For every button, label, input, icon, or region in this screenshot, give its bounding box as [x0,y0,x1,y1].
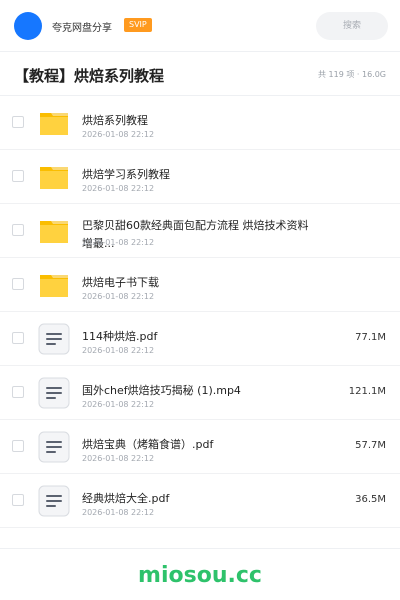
document-icon [38,323,70,355]
folder-icon [38,215,70,247]
file-name: 烘焙系列教程 [82,114,148,127]
top-bar: 夸克网盘分享 SVIP 搜索 [0,0,400,52]
file-list: 烘焙系列教程 2026-01-08 22:12 烘焙学习系列教程 2026-01-08… [0,96,400,528]
document-icon [38,377,70,409]
folder-header: 【教程】烘焙系列教程 共 119 项 · 16.0G [0,52,400,96]
file-name: 烘焙学习系列教程 [82,168,170,181]
row-checkbox[interactable] [12,224,24,236]
file-date: 2026-01-08 22:12 [82,238,155,247]
row-checkbox[interactable] [12,116,24,128]
folder-icon [38,269,70,301]
svip-badge: SVIP [124,18,152,32]
folder-icon [38,161,70,193]
search-input[interactable]: 搜索 [316,12,388,40]
row-checkbox[interactable] [12,278,24,290]
site-watermark: miosou.cc [138,563,262,588]
file-size: 77.1M [355,332,386,343]
file-size: 36.5M [355,494,386,505]
list-item[interactable]: 烘焙学习系列教程 2026-01-08 22:12 [0,150,400,204]
file-name: 烘焙宝典（烤箱食谱）.pdf [82,438,214,451]
folder-icon [38,107,70,139]
row-checkbox[interactable] [12,440,24,452]
list-item[interactable]: 烘焙系列教程 2026-01-08 22:12 [0,96,400,150]
avatar[interactable] [14,12,42,40]
row-checkbox[interactable] [12,170,24,182]
file-date: 2026-01-08 22:12 [82,400,155,409]
file-date: 2026-01-08 22:12 [82,130,155,139]
app-name: 夸克网盘分享 [52,23,112,34]
row-checkbox[interactable] [12,386,24,398]
list-item[interactable]: 烘焙电子书下载 2026-01-08 22:12 [0,258,400,312]
list-item[interactable]: 经典烘焙大全.pdf 2026-01-08 22:12 36.5M [0,474,400,528]
file-name: 114种烘焙.pdf [82,330,158,343]
document-icon [38,485,70,517]
footer: miosou.cc [0,548,400,600]
file-name: 巴黎贝甜60款经典面包配方流程 烘焙技术资料 增最... [82,219,309,250]
page-title: 【教程】烘焙系列教程 [14,67,165,85]
file-date: 2026-01-08 22:12 [82,292,155,301]
list-item[interactable]: 烘焙宝典（烤箱食谱）.pdf 2026-01-08 22:12 57.7M [0,420,400,474]
file-date: 2026-01-08 22:12 [82,184,155,193]
list-item[interactable]: 巴黎贝甜60款经典面包配方流程 烘焙技术资料 增最... 2026-01-08 2… [0,204,400,258]
file-date: 2026-01-08 22:12 [82,454,155,463]
document-icon [38,431,70,463]
list-item[interactable]: 国外chef烘焙技巧揭秘 (1).mp4 2026-01-08 22:12 121.… [0,366,400,420]
file-date: 2026-01-08 22:12 [82,346,155,355]
file-size: 57.7M [355,440,386,451]
list-item[interactable]: 114种烘焙.pdf 2026-01-08 22:12 77.1M [0,312,400,366]
file-size: 121.1M [348,386,386,397]
file-date: 2026-01-08 22:12 [82,508,155,517]
row-checkbox[interactable] [12,332,24,344]
file-name: 国外chef烘焙技巧揭秘 (1).mp4 [82,384,241,397]
file-name: 烘焙电子书下载 [82,276,159,289]
file-name: 经典烘焙大全.pdf [82,492,170,505]
row-checkbox[interactable] [12,494,24,506]
folder-stats: 共 119 项 · 16.0G [318,70,386,79]
